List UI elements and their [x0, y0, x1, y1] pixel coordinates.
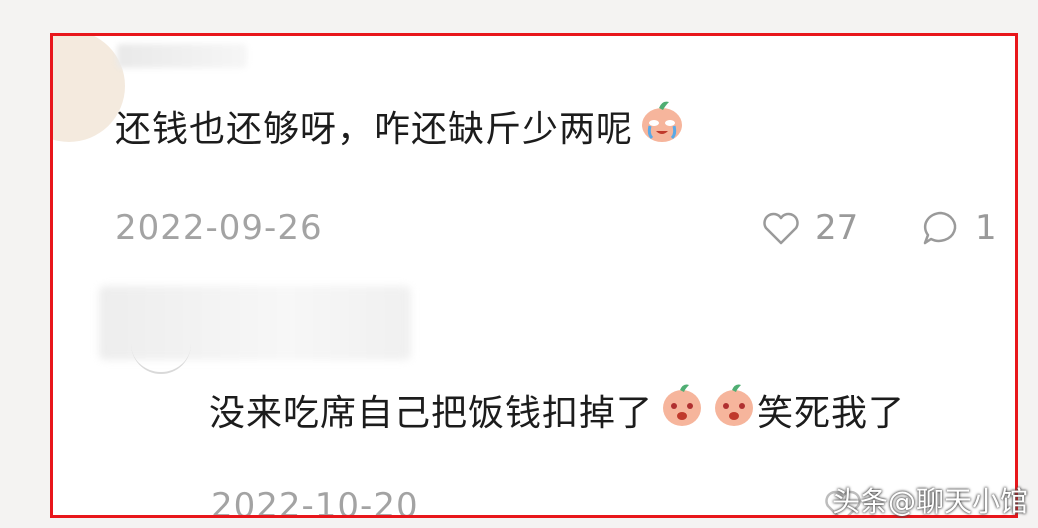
reply-count: 1	[975, 208, 997, 248]
avatar-2[interactable]	[131, 336, 191, 374]
like-button[interactable]: 27	[761, 208, 858, 248]
blurred-username	[117, 44, 247, 68]
comment-2-body: 没来吃席自己把饭钱扣掉了	[209, 392, 654, 434]
comment-2-body-end: 笑死我了	[757, 392, 906, 434]
comment-1-body: 还钱也还够呀，咋还缺斤少两呢	[115, 108, 634, 150]
comment-2-text: 没来吃席自己把饭钱扣掉了 笑死我了	[209, 382, 905, 437]
comment-2-date: 2022-10-20	[211, 486, 419, 518]
avatar[interactable]	[53, 36, 125, 142]
watermark: 头条@聊天小馆	[832, 485, 1029, 518]
comment-1-date: 2022-09-26	[115, 208, 323, 248]
heart-icon	[763, 212, 799, 245]
clapping-peach-emoji-icon	[711, 382, 757, 437]
like-count: 27	[815, 208, 859, 248]
reply-button[interactable]: 1	[921, 208, 997, 248]
comment-bubble-icon	[923, 211, 957, 245]
comment-1-text: 还钱也还够呀，咋还缺斤少两呢	[115, 98, 685, 153]
comment-card-frame: 还钱也还够呀，咋还缺斤少两呢 2022-09-26 27 1 没来吃席自己把饭钱…	[50, 33, 1018, 518]
crying-peach-emoji-icon	[639, 98, 685, 153]
clapping-peach-emoji-icon	[659, 382, 705, 437]
